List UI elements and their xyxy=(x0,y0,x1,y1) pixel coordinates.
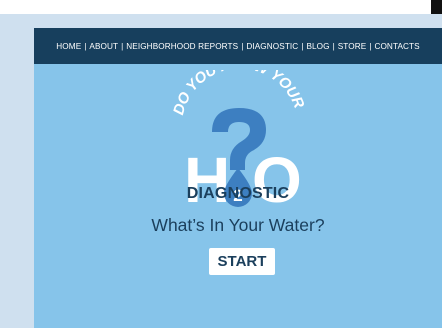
nav-separator: | xyxy=(121,41,124,51)
top-strip xyxy=(0,0,442,14)
nav-separator: | xyxy=(241,41,244,51)
nav-blog-link[interactable]: BLOG xyxy=(306,42,329,51)
nav-separator: | xyxy=(301,41,304,51)
nav-separator: | xyxy=(369,41,372,51)
page-title: DIAGNOSTIC xyxy=(186,185,290,202)
nav-list: HOME | ABOUT | NEIGHBORHOOD REPORTS | DI… xyxy=(56,42,419,51)
corner-mark xyxy=(431,0,442,14)
page-subtitle: What’s In Your Water? xyxy=(151,215,325,235)
nav-store-link[interactable]: STORE xyxy=(338,42,367,51)
site-frame: HOME | ABOUT | NEIGHBORHOOD REPORTS | DI… xyxy=(34,28,442,328)
nav-about-link[interactable]: ABOUT xyxy=(89,42,118,51)
nav-contacts-link[interactable]: CONTACTS xyxy=(374,42,419,51)
main-navigation: HOME | ABOUT | NEIGHBORHOOD REPORTS | DI… xyxy=(34,28,442,64)
start-button[interactable]: START xyxy=(209,248,275,275)
nav-home-link[interactable]: HOME xyxy=(56,42,81,51)
nav-diagnostic-link[interactable]: DIAGNOSTIC xyxy=(246,42,298,51)
nav-neighborhood-reports-link[interactable]: NEIGHBORHOOD REPORTS xyxy=(126,42,238,51)
nav-separator: | xyxy=(332,41,335,51)
nav-separator: | xyxy=(84,41,87,51)
